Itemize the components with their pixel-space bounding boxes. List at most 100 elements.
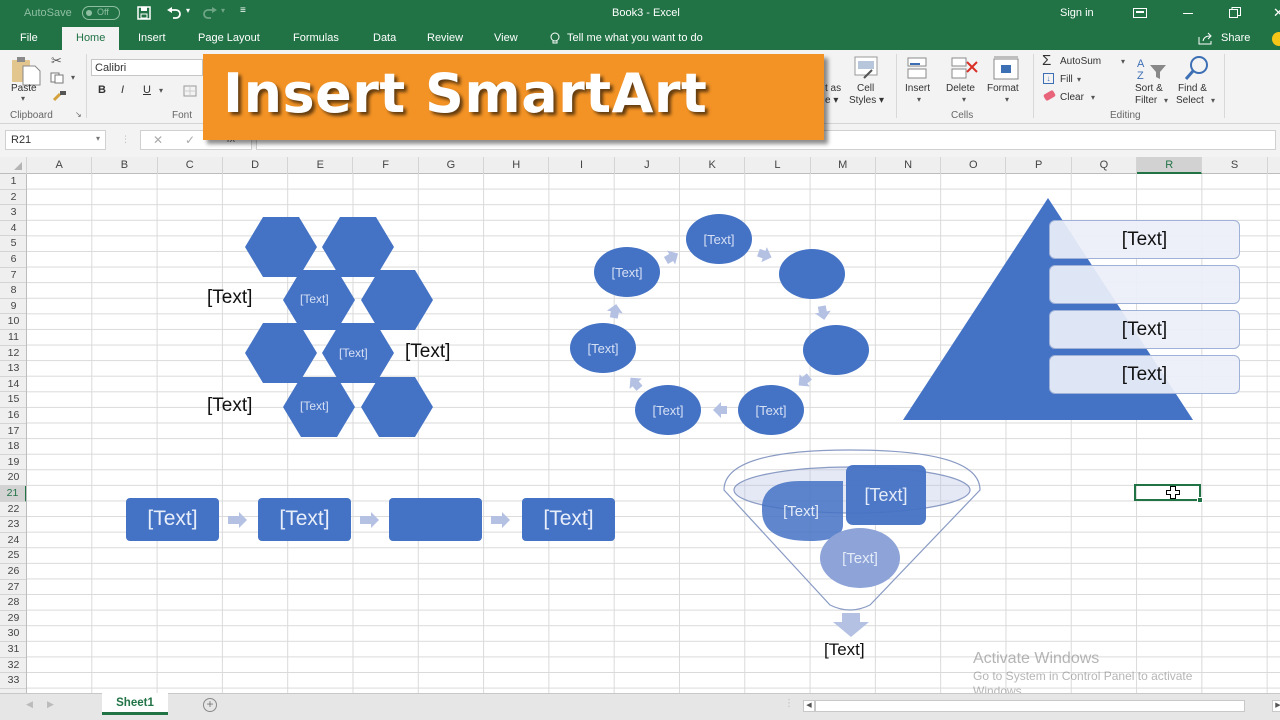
sort-filter-label[interactable]: Sort & bbox=[1135, 83, 1163, 94]
hex-inner-label-1[interactable]: [Text] bbox=[300, 292, 329, 306]
sort-filter-label-2[interactable]: Filter bbox=[1135, 95, 1157, 106]
paste-label[interactable]: Paste bbox=[11, 83, 37, 94]
tab-formulas[interactable]: Formulas bbox=[293, 32, 339, 44]
formula-bar-grip-icon[interactable]: ⋮ bbox=[121, 134, 130, 145]
clear-dropdown-icon[interactable]: ▾ bbox=[1091, 93, 1095, 102]
row-header-14[interactable]: 14 bbox=[0, 377, 26, 393]
column-header-c[interactable]: C bbox=[158, 157, 223, 174]
pyramid-item[interactable] bbox=[1049, 265, 1240, 304]
hex-side-label-3[interactable]: [Text] bbox=[207, 395, 252, 417]
autosum-button[interactable]: AutoSum bbox=[1060, 56, 1101, 67]
column-header-i[interactable]: I bbox=[549, 157, 615, 174]
row-header-25[interactable]: 25 bbox=[0, 548, 26, 564]
row-header-1[interactable]: 1 bbox=[0, 174, 26, 190]
row-header-13[interactable]: 13 bbox=[0, 361, 26, 377]
row-header-15[interactable]: 15 bbox=[0, 392, 26, 408]
tab-view[interactable]: View bbox=[494, 32, 518, 44]
funnel-item-label[interactable]: [Text] bbox=[864, 485, 907, 505]
sign-in-link[interactable]: Sign in bbox=[1060, 7, 1094, 19]
process-step[interactable]: [Text] bbox=[258, 498, 351, 541]
scroll-sheets-left-icon[interactable]: ◀ bbox=[26, 699, 33, 710]
format-cells-label[interactable]: Format bbox=[987, 83, 1019, 94]
clear-eraser-icon[interactable] bbox=[1042, 89, 1057, 102]
fill-handle[interactable] bbox=[1197, 497, 1203, 503]
undo-icon[interactable] bbox=[166, 6, 182, 20]
column-header-j[interactable]: J bbox=[615, 157, 680, 174]
row-header-22[interactable]: 22 bbox=[0, 502, 26, 518]
tab-insert[interactable]: Insert bbox=[138, 32, 166, 44]
column-header-h[interactable]: H bbox=[484, 157, 550, 174]
format-cells-dropdown-icon[interactable]: ▾ bbox=[1005, 95, 1009, 104]
fill-dropdown-icon[interactable]: ▾ bbox=[1077, 75, 1081, 84]
find-select-icon[interactable] bbox=[1183, 54, 1211, 82]
hex-inner-label-3[interactable]: [Text] bbox=[300, 399, 329, 413]
format-painter-icon[interactable] bbox=[52, 90, 68, 102]
row-header-24[interactable]: 24 bbox=[0, 533, 26, 549]
pyramid-item[interactable]: [Text] bbox=[1049, 355, 1240, 394]
format-cells-icon[interactable] bbox=[992, 55, 1020, 81]
pyramid-item[interactable]: [Text] bbox=[1049, 220, 1240, 259]
pyramid-item[interactable]: [Text] bbox=[1049, 310, 1240, 349]
tab-review[interactable]: Review bbox=[427, 32, 463, 44]
fill-icon[interactable]: ↓ bbox=[1043, 73, 1054, 84]
funnel-result-label[interactable]: [Text] bbox=[824, 640, 865, 660]
close-button[interactable]: ✕ bbox=[1273, 5, 1280, 21]
cancel-entry-icon[interactable]: ✕ bbox=[153, 133, 163, 147]
row-header-21[interactable]: 21 bbox=[0, 486, 26, 502]
share-icon[interactable] bbox=[1198, 32, 1214, 45]
new-sheet-button[interactable]: + bbox=[203, 698, 217, 712]
delete-cells-label[interactable]: Delete bbox=[946, 83, 975, 94]
cycle-smartart[interactable]: [Text] [Text] [Text] [Text] [Text] bbox=[560, 205, 880, 445]
row-header-17[interactable]: 17 bbox=[0, 424, 26, 440]
row-header-20[interactable]: 20 bbox=[0, 470, 26, 486]
column-header-f[interactable]: F bbox=[354, 157, 419, 174]
row-header-16[interactable]: 16 bbox=[0, 408, 26, 424]
customize-toolbar-icon[interactable]: ≡ bbox=[240, 5, 246, 16]
delete-cells-dropdown-icon[interactable]: ▾ bbox=[962, 95, 966, 104]
column-header-d[interactable]: D bbox=[223, 157, 289, 174]
autosum-dropdown-icon[interactable]: ▾ bbox=[1121, 57, 1125, 66]
column-header-p[interactable]: P bbox=[1007, 157, 1072, 174]
column-header-o[interactable]: O bbox=[941, 157, 1007, 174]
row-header-26[interactable]: 26 bbox=[0, 564, 26, 580]
tell-me-search[interactable]: Tell me what you want to do bbox=[567, 32, 703, 44]
clear-button[interactable]: Clear bbox=[1060, 92, 1084, 103]
select-all-button[interactable] bbox=[0, 157, 27, 174]
column-header-g[interactable]: G bbox=[419, 157, 485, 174]
column-header-l[interactable]: L bbox=[745, 157, 811, 174]
name-box[interactable]: R21 ▾ bbox=[5, 130, 106, 150]
delete-cells-icon[interactable] bbox=[950, 56, 980, 80]
row-header-18[interactable]: 18 bbox=[0, 439, 26, 455]
cycle-node-label[interactable]: [Text] bbox=[755, 403, 786, 418]
row-header-30[interactable]: 30 bbox=[0, 626, 26, 642]
row-header-7[interactable]: 7 bbox=[0, 268, 26, 284]
copy-icon[interactable] bbox=[50, 72, 66, 84]
find-select-dropdown-icon[interactable]: ▾ bbox=[1211, 96, 1215, 105]
scroll-right-button[interactable]: ▶ bbox=[1272, 700, 1280, 712]
scroll-sheets-right-icon[interactable]: ▶ bbox=[47, 699, 54, 710]
row-header-31[interactable]: 31 bbox=[0, 642, 26, 658]
fill-button[interactable]: Fill bbox=[1060, 74, 1073, 85]
funnel-item-label[interactable]: [Text] bbox=[783, 503, 819, 520]
sort-filter-dropdown-icon[interactable]: ▾ bbox=[1164, 96, 1168, 105]
format-as-table-label[interactable]: t as bbox=[825, 83, 841, 94]
copy-dropdown-icon[interactable]: ▾ bbox=[71, 73, 75, 82]
tab-page-layout[interactable]: Page Layout bbox=[198, 32, 260, 44]
italic-button[interactable]: I bbox=[121, 84, 124, 96]
cell-styles-label[interactable]: Cell bbox=[857, 83, 874, 94]
feedback-smiley-icon[interactable] bbox=[1272, 32, 1280, 46]
row-header-5[interactable]: 5 bbox=[0, 236, 26, 252]
process-step[interactable]: [Text] bbox=[522, 498, 615, 541]
row-header-9[interactable]: 9 bbox=[0, 299, 26, 315]
row-header-11[interactable]: 11 bbox=[0, 330, 26, 346]
cell-styles-label-2[interactable]: Styles ▾ bbox=[849, 95, 884, 106]
cycle-node-label[interactable]: [Text] bbox=[703, 232, 734, 247]
font-name-select[interactable]: Calibri bbox=[91, 59, 203, 76]
insert-cells-label[interactable]: Insert bbox=[905, 83, 930, 94]
row-header-2[interactable]: 2 bbox=[0, 190, 26, 206]
funnel-item-label[interactable]: [Text] bbox=[842, 550, 878, 567]
borders-icon[interactable] bbox=[183, 85, 197, 97]
cell-styles-icon[interactable] bbox=[854, 56, 880, 80]
row-header-28[interactable]: 28 bbox=[0, 595, 26, 611]
selected-cell-r21[interactable] bbox=[1134, 484, 1203, 503]
